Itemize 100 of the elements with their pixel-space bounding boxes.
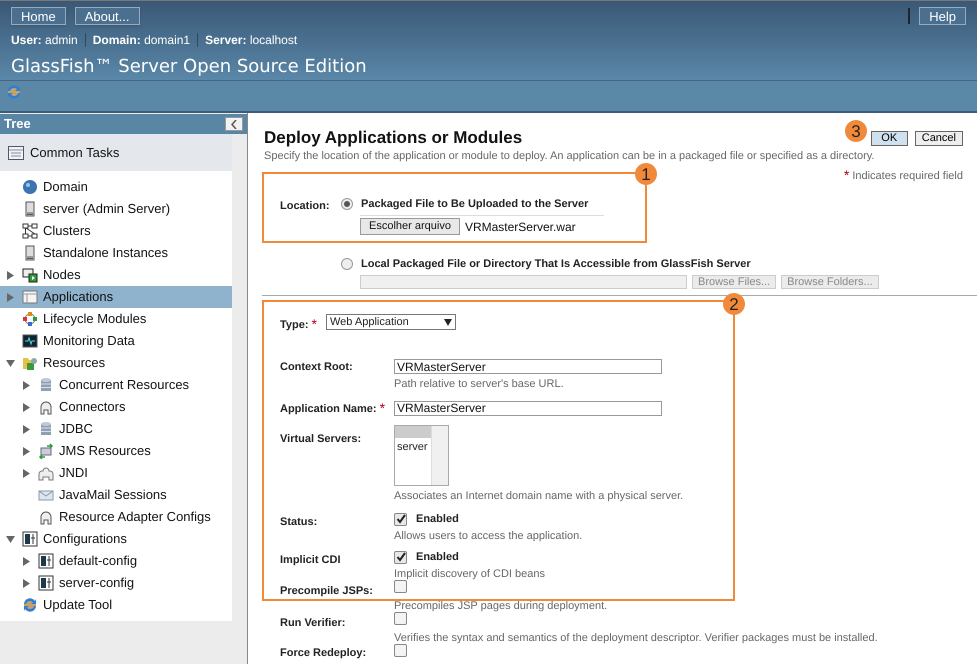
callout-number: 3 bbox=[845, 120, 867, 142]
tree-item[interactable]: Lifecycle Modules bbox=[0, 308, 232, 330]
plug-icon bbox=[38, 399, 54, 415]
window-icon bbox=[22, 289, 38, 305]
session-info: Domain: domain1 bbox=[92, 32, 190, 49]
field-hint: Precompiles JSP pages during deployment. bbox=[394, 600, 608, 612]
ok-button[interactable]: OK bbox=[870, 131, 908, 146]
refresh-icon[interactable] bbox=[22, 597, 38, 613]
globe-icon bbox=[22, 179, 38, 195]
checkbox[interactable] bbox=[394, 644, 407, 656]
field-label: Type: * bbox=[280, 317, 317, 334]
field-label: Location: bbox=[280, 199, 330, 214]
collapse-panel-button[interactable] bbox=[225, 117, 243, 131]
list-box[interactable]: server bbox=[394, 425, 449, 486]
checkbox[interactable] bbox=[394, 550, 407, 564]
common-tasks[interactable]: Common Tasks bbox=[0, 134, 232, 171]
field-label: Context Root: bbox=[280, 360, 353, 375]
page-title: Deploy Applications or Modules bbox=[264, 127, 522, 149]
help-button[interactable]: Help bbox=[919, 7, 966, 25]
field-label: Virtual Servers: bbox=[280, 432, 362, 447]
file-name: VRMasterServer.war bbox=[464, 218, 576, 236]
checkbox[interactable] bbox=[394, 512, 407, 526]
expand-icon[interactable] bbox=[22, 424, 31, 434]
callout-number: 1 bbox=[635, 163, 657, 185]
field-label: Run Verifier: bbox=[280, 616, 346, 630]
choose-file-button[interactable]: Escolher arquivo bbox=[360, 218, 460, 235]
tree-item[interactable]: server (Admin Server) bbox=[0, 198, 232, 220]
tree-item[interactable]: JNDI bbox=[0, 462, 232, 484]
field-hint: Verifies the syntax and semantics of the deployment descriptor. Verifier packages must be installed. bbox=[394, 632, 878, 644]
chevron-left-icon bbox=[231, 120, 237, 128]
list-option[interactable]: server bbox=[395, 439, 431, 456]
expand-icon[interactable] bbox=[22, 380, 31, 390]
tree-item[interactable]: Resource Adapter Configs bbox=[0, 506, 232, 528]
tree-item[interactable]: server-config bbox=[0, 572, 232, 594]
session-info: User: admin bbox=[11, 32, 78, 49]
path-field[interactable] bbox=[360, 275, 687, 289]
caret-icon bbox=[444, 318, 452, 326]
tree-item[interactable]: Clusters bbox=[0, 220, 232, 242]
radio-label: Local Packaged File or Directory That Is Accessible from GlassFish Server bbox=[361, 256, 751, 272]
tree-item[interactable]: Configurations bbox=[0, 528, 232, 550]
cancel-button[interactable]: Cancel bbox=[914, 131, 963, 146]
nav-button[interactable]: About... bbox=[74, 7, 140, 25]
network-icon bbox=[22, 223, 38, 239]
required-note: Indicates required field bbox=[852, 168, 963, 184]
monitor-icon bbox=[22, 333, 38, 349]
page-description: Specify the location of the application or module to deploy. An application can be in a packaged file or specified as a directory. bbox=[264, 150, 876, 162]
text-field[interactable]: VRMasterServer bbox=[394, 359, 662, 374]
expand-icon[interactable] bbox=[22, 446, 31, 456]
required-mark: * bbox=[844, 168, 850, 182]
computer-icon bbox=[22, 267, 38, 283]
checkbox[interactable] bbox=[394, 580, 407, 592]
expand-icon[interactable] bbox=[22, 578, 31, 588]
field-label: Precompile JSPs: bbox=[280, 584, 373, 598]
expand-icon[interactable] bbox=[22, 556, 31, 566]
field-hint: Associates an Internet domain name with a physical server. bbox=[394, 489, 684, 504]
plug-icon bbox=[38, 509, 54, 525]
field-hint: Implicit discovery of CDI beans bbox=[394, 568, 545, 580]
tree-item[interactable]: Connectors bbox=[0, 396, 232, 418]
type-dropdown[interactable]: Web Application bbox=[326, 314, 456, 330]
field-hint: Allows users to access the application. bbox=[394, 530, 582, 542]
field-label: Status: bbox=[280, 514, 318, 530]
collapse-icon[interactable] bbox=[6, 534, 15, 544]
tree-item[interactable]: Domain bbox=[0, 176, 232, 198]
required-mark: * bbox=[312, 317, 317, 331]
field-label: Implicit CDI bbox=[280, 552, 341, 568]
nav-button[interactable]: Home bbox=[11, 7, 66, 25]
expand-icon[interactable] bbox=[22, 402, 31, 412]
collapse-icon[interactable] bbox=[6, 358, 15, 368]
tree-item[interactable]: Update Tool bbox=[0, 594, 232, 616]
field-hint: Path relative to server's base URL. bbox=[394, 377, 565, 392]
tree-item[interactable]: Concurrent Resources bbox=[0, 374, 232, 396]
tree-item[interactable]: Nodes bbox=[0, 264, 232, 286]
checkbox[interactable] bbox=[394, 612, 407, 624]
panel-title: Tree bbox=[4, 115, 31, 134]
tree-item[interactable]: Applications bbox=[0, 286, 232, 308]
expand-icon[interactable] bbox=[22, 468, 31, 478]
folder-icon bbox=[22, 355, 38, 371]
plug-icon bbox=[38, 465, 54, 481]
tree-item[interactable]: Standalone Instances bbox=[0, 242, 232, 264]
required-mark: * bbox=[380, 400, 386, 414]
expand-icon[interactable] bbox=[6, 270, 15, 280]
tree-item[interactable]: Resources bbox=[0, 352, 232, 374]
callout-number: 2 bbox=[723, 293, 745, 315]
tree-item[interactable]: JMS Resources bbox=[0, 440, 232, 462]
radio-label: Packaged File to Be Uploaded to the Server bbox=[361, 197, 588, 212]
expand-icon[interactable] bbox=[6, 292, 15, 302]
scrollbar[interactable] bbox=[431, 426, 448, 485]
product-title: GlassFish™ Server Open Source Edition bbox=[11, 55, 368, 79]
session-info: Server: localhost bbox=[205, 32, 298, 49]
tree-item[interactable]: Monitoring Data bbox=[0, 330, 232, 352]
radio-button[interactable] bbox=[341, 258, 353, 270]
tree-item[interactable]: JDBC bbox=[0, 418, 232, 440]
sliders-icon bbox=[22, 531, 38, 547]
database-icon bbox=[38, 421, 54, 437]
table-icon bbox=[8, 146, 24, 160]
radio-button[interactable] bbox=[341, 198, 353, 210]
database-icon bbox=[38, 377, 54, 393]
tree-item[interactable]: JavaMail Sessions bbox=[0, 484, 232, 506]
text-field[interactable]: VRMasterServer bbox=[394, 400, 662, 416]
tree-item[interactable]: default-config bbox=[0, 550, 232, 572]
